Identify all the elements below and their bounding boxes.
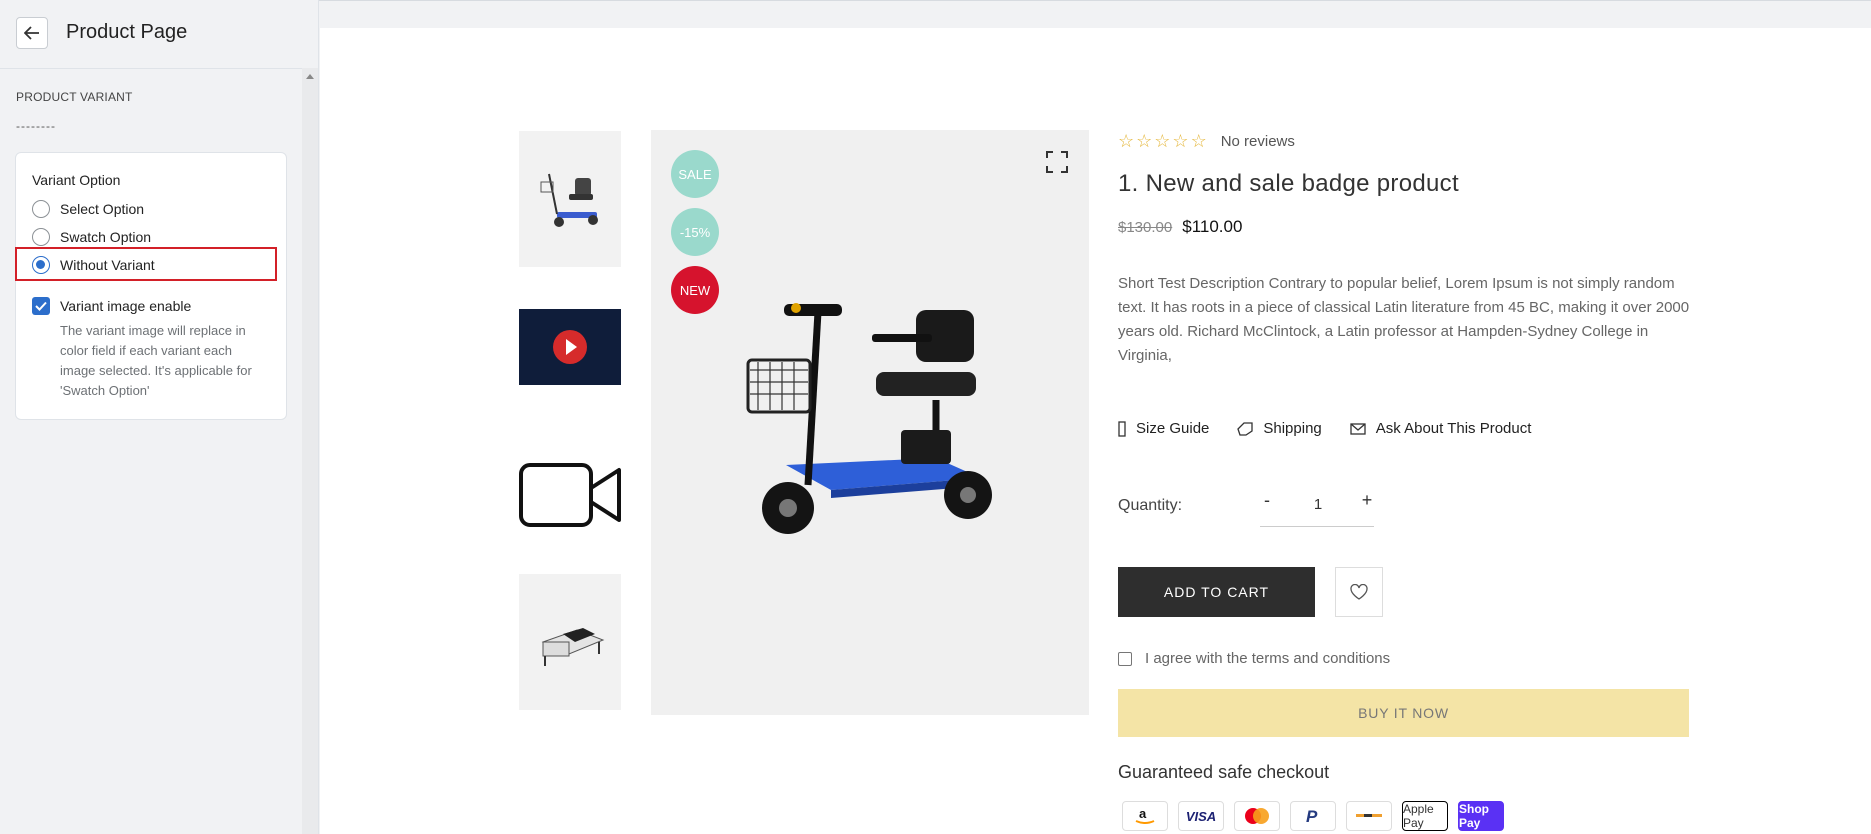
radio-button[interactable] xyxy=(32,228,50,246)
star-outline-icon: ☆ xyxy=(1136,131,1153,151)
section-heading: PRODUCT VARIANT xyxy=(16,90,133,104)
paypal-icon: P xyxy=(1290,801,1336,831)
radio-label: Swatch Option xyxy=(60,229,152,245)
settings-panel: Product Page PRODUCT VARIANT -------- Va… xyxy=(0,0,319,834)
envelope-icon xyxy=(1350,422,1366,435)
scrollbar[interactable] xyxy=(302,68,318,834)
payment-icons: a VISA P Apple Pay Shop Pay xyxy=(1122,801,1514,831)
expand-icon[interactable] xyxy=(1045,150,1069,174)
terms-label: I agree with the terms and conditions xyxy=(1145,650,1391,667)
mastercard-icon xyxy=(1234,801,1280,831)
main-product-image[interactable]: SALE -15% NEW xyxy=(651,130,1089,715)
ask-about-product-link[interactable]: Ask About This Product xyxy=(1350,420,1531,437)
variant-image-checkbox-row[interactable]: Variant image enable xyxy=(32,297,191,315)
shop-pay-icon: Shop Pay xyxy=(1458,801,1504,831)
svg-text:a: a xyxy=(1139,806,1147,821)
badge-sale: SALE xyxy=(671,150,719,198)
play-icon xyxy=(553,330,587,364)
quantity-input[interactable]: 1 xyxy=(1308,496,1328,513)
buy-now-button[interactable]: BUY IT NOW xyxy=(1118,689,1689,737)
section-divider: -------- xyxy=(16,119,56,133)
panel-title: Product Page xyxy=(66,21,188,43)
bed-image xyxy=(541,628,605,666)
apple-pay-icon: Apple Pay xyxy=(1402,801,1448,831)
terms-checkbox[interactable] xyxy=(1118,651,1132,666)
safe-checkout-heading: Guaranteed safe checkout xyxy=(1118,762,1330,782)
price: $130.00 $110.00 xyxy=(1118,217,1242,237)
quantity-label: Quantity: xyxy=(1118,497,1183,514)
radio-label: Without Variant xyxy=(60,257,155,273)
thumbnail-bed[interactable] xyxy=(519,574,621,710)
visa-icon: VISA xyxy=(1178,801,1224,831)
quantity-increase-button[interactable]: + xyxy=(1360,490,1374,511)
scooter-image xyxy=(540,173,598,227)
checkbox-checked[interactable] xyxy=(32,297,50,315)
star-outline-icon: ☆ xyxy=(1172,131,1189,151)
variant-settings-card: Variant Option Select Option Swatch Opti… xyxy=(15,152,287,420)
star-outline-icon: ☆ xyxy=(1118,131,1135,151)
panel-header: Product Page xyxy=(0,1,318,69)
scroll-up-arrow-icon[interactable] xyxy=(306,74,314,79)
back-button[interactable] xyxy=(16,17,48,49)
badge-discount: -15% xyxy=(671,208,719,256)
badge-new: NEW xyxy=(671,266,719,314)
thumbnail-video-camera[interactable] xyxy=(519,460,621,530)
radio-select-option[interactable]: Select Option xyxy=(32,199,144,219)
wishlist-button[interactable] xyxy=(1335,567,1383,617)
radio-button-selected[interactable] xyxy=(32,256,50,274)
star-outline-icon: ☆ xyxy=(1154,131,1171,151)
product-links: Size Guide Shipping Ask About This Produ… xyxy=(1118,420,1559,437)
checkbox-label: Variant image enable xyxy=(60,298,192,314)
shipping-link[interactable]: Shipping xyxy=(1237,420,1322,437)
product-description: Short Test Description Contrary to popul… xyxy=(1118,275,1690,364)
svg-text:P: P xyxy=(1306,807,1318,826)
quantity-stepper: - 1 + xyxy=(1260,488,1374,527)
shipping-tag-icon xyxy=(1237,421,1254,436)
terms-agreement[interactable]: I agree with the terms and conditions xyxy=(1118,650,1390,667)
radio-swatch-option[interactable]: Swatch Option xyxy=(32,227,151,247)
checkmark-icon xyxy=(35,301,47,311)
amazon-pay-icon: a xyxy=(1122,801,1168,831)
product-title: 1. New and sale badge product xyxy=(1118,170,1459,197)
star-outline-icon: ☆ xyxy=(1190,131,1207,151)
rating[interactable]: ☆ ☆ ☆ ☆ ☆ No reviews xyxy=(1118,131,1295,152)
sale-price: $110.00 xyxy=(1182,217,1243,236)
add-to-cart-button[interactable]: ADD TO CART xyxy=(1118,567,1315,617)
arrow-left-icon xyxy=(24,26,39,40)
heart-icon xyxy=(1350,584,1368,600)
help-text: The variant image will replace in color … xyxy=(60,323,252,398)
radio-without-variant[interactable]: Without Variant xyxy=(32,255,155,275)
card-icon xyxy=(1346,801,1392,831)
quantity-decrease-button[interactable]: - xyxy=(1260,490,1274,511)
ruler-icon xyxy=(1118,420,1126,437)
thumbnail-video[interactable] xyxy=(519,309,621,385)
radio-button[interactable] xyxy=(32,200,50,218)
thumbnail-scooter[interactable] xyxy=(519,131,621,267)
compare-price: $130.00 xyxy=(1118,219,1173,236)
radio-label: Select Option xyxy=(60,201,145,217)
size-guide-link[interactable]: Size Guide xyxy=(1118,420,1209,437)
scooter-image xyxy=(746,303,992,534)
variant-option-label: Variant Option xyxy=(32,172,121,188)
video-camera-icon xyxy=(519,463,621,527)
reviews-count[interactable]: No reviews xyxy=(1221,133,1295,150)
